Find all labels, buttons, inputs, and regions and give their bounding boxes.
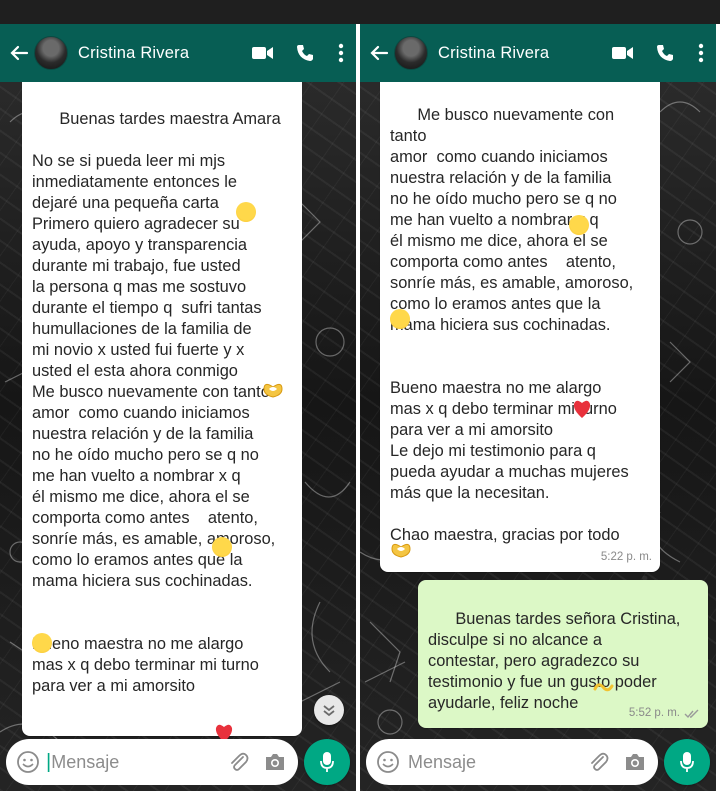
hugging-face-emoji-icon bbox=[390, 309, 410, 329]
attach-icon[interactable] bbox=[586, 749, 612, 775]
more-options-icon[interactable] bbox=[326, 24, 356, 82]
message-input[interactable]: Mensaje bbox=[366, 739, 658, 785]
heart-hands-emoji-icon bbox=[390, 539, 411, 559]
video-call-icon[interactable] bbox=[602, 24, 644, 82]
input-placeholder: Mensaje bbox=[51, 751, 120, 772]
heart-hands-emoji-icon bbox=[262, 379, 283, 399]
more-options-icon[interactable] bbox=[686, 24, 716, 82]
red-heart-emoji-icon bbox=[572, 398, 592, 418]
video-call-icon[interactable] bbox=[242, 24, 284, 82]
yellow-heart-emoji-icon bbox=[592, 680, 614, 700]
contact-name[interactable]: Cristina Rivera bbox=[438, 44, 602, 63]
input-placeholder: Mensaje bbox=[408, 751, 477, 772]
chat-screen-right: Cristina Rivera Me busco nuevamente con … bbox=[360, 24, 716, 791]
chat-screen-left: Cristina Rivera Buenas tardes maestra Am… bbox=[0, 24, 356, 791]
outgoing-message: Buenas tardes señora Cristina, disculpe … bbox=[418, 580, 708, 728]
attach-icon[interactable] bbox=[226, 749, 252, 775]
avatar[interactable] bbox=[34, 36, 68, 70]
screenshot-collage: Cristina Rivera Buenas tardes maestra Am… bbox=[0, 0, 720, 791]
incoming-message: Buenas tardes maestra Amara No se si pue… bbox=[22, 82, 302, 736]
message-timestamp: 5:22 p. m. bbox=[601, 547, 652, 568]
double-check-icon bbox=[684, 709, 699, 718]
mic-icon[interactable] bbox=[304, 739, 350, 785]
message-text: Buenas tardes maestra Amara No se si pue… bbox=[32, 110, 281, 695]
back-arrow-icon[interactable] bbox=[8, 42, 30, 64]
emoji-icon[interactable] bbox=[16, 750, 40, 774]
hugging-face-emoji-icon bbox=[32, 633, 52, 653]
chat-header: Cristina Rivera bbox=[360, 24, 716, 82]
timestamp-text: 5:22 p. m. bbox=[600, 551, 652, 563]
message-composer: Mensaje bbox=[360, 733, 716, 791]
hand-over-mouth-emoji-icon bbox=[236, 202, 256, 222]
timestamp-text: 5:52 p. m. bbox=[628, 707, 680, 719]
message-text: Me busco nuevamente con tanto amor como … bbox=[390, 106, 634, 544]
phone-icon[interactable] bbox=[644, 24, 686, 82]
message-input[interactable]: | Mensaje bbox=[6, 739, 298, 785]
contact-name[interactable]: Cristina Rivera bbox=[78, 44, 242, 63]
mic-icon[interactable] bbox=[664, 739, 710, 785]
message-composer: | Mensaje bbox=[0, 733, 356, 791]
camera-icon[interactable] bbox=[262, 749, 288, 775]
smiling-hearts-emoji-icon bbox=[212, 537, 232, 557]
incoming-message: Me busco nuevamente con tanto amor como … bbox=[380, 82, 660, 572]
message-text: Buenas tardes señora Cristina, disculpe … bbox=[428, 610, 681, 712]
smiling-hearts-emoji-icon bbox=[569, 215, 589, 235]
avatar[interactable] bbox=[394, 36, 428, 70]
emoji-icon[interactable] bbox=[376, 750, 400, 774]
scroll-down-icon[interactable] bbox=[314, 695, 344, 725]
status-bar bbox=[0, 0, 720, 24]
back-arrow-icon[interactable] bbox=[368, 42, 390, 64]
chat-header: Cristina Rivera bbox=[0, 24, 356, 82]
phone-icon[interactable] bbox=[284, 24, 326, 82]
message-timestamp: 5:52 p. m. bbox=[629, 703, 700, 724]
camera-icon[interactable] bbox=[622, 749, 648, 775]
